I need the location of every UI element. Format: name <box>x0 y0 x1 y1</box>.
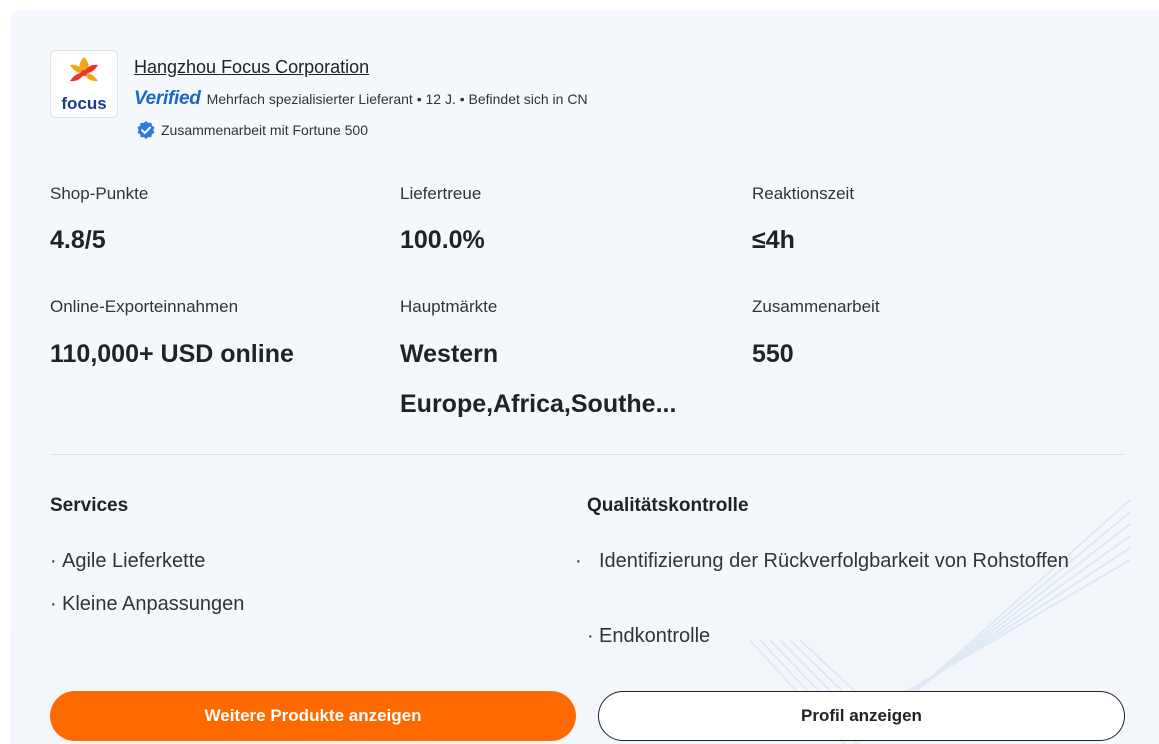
fortune-500-text: Zusammenarbeit mit Fortune 500 <box>161 122 368 138</box>
services-title: Services <box>50 495 129 516</box>
stat-value-export-revenue: 110,000+ USD online <box>50 340 294 368</box>
quality-item: · Endkontrolle <box>587 625 711 647</box>
services-item: · Agile Lieferkette <box>50 550 206 572</box>
supplier-meta-text: Mehrfach spezialisierter Lieferant • 12 … <box>206 91 588 107</box>
view-profile-button[interactable]: Profil anzeigen <box>598 691 1125 741</box>
stat-label-main-markets: Hauptmärkte <box>400 297 498 316</box>
stat-value-shop-score: 4.8/5 <box>50 226 106 254</box>
section-divider <box>50 454 1124 455</box>
stat-value-main-markets: Western Europe,Africa,Southe... <box>400 340 677 418</box>
focus-logo-icon: focus <box>61 57 107 113</box>
supplier-logo[interactable]: focus <box>50 50 118 118</box>
services-item: · Kleine Anpassungen <box>50 593 245 615</box>
stat-label-shop-score: Shop-Punkte <box>50 184 149 203</box>
supplier-meta: Verified Mehrfach spezialisierter Liefer… <box>134 88 588 110</box>
stat-label-delivery: Liefertreue <box>400 184 482 203</box>
stat-label-response: Reaktionszeit <box>752 184 855 203</box>
stat-value-delivery: 100.0% <box>400 226 485 254</box>
company-name-link[interactable]: Hangzhou Focus Corporation <box>134 57 369 78</box>
stat-label-export-revenue: Online-Exporteinnahmen <box>50 297 239 316</box>
verified-badge[interactable]: Verified <box>134 88 201 110</box>
stat-value-response: ≤4h <box>752 226 795 254</box>
fortune-500-row: Zusammenarbeit mit Fortune 500 <box>136 120 368 140</box>
verified-check-icon <box>137 121 155 139</box>
svg-text:focus: focus <box>61 94 106 113</box>
supplier-card: focus Hangzhou Focus Corporation Verifie… <box>10 10 1159 744</box>
more-products-button[interactable]: Weitere Produkte anzeigen <box>50 691 576 741</box>
quality-title: Qualitätskontrolle <box>587 495 749 516</box>
quality-item: · Identifizierung der Rückverfolgbarkeit … <box>575 550 1069 572</box>
stat-value-cooperation: 550 <box>752 340 794 368</box>
stat-label-cooperation: Zusammenarbeit <box>752 297 880 316</box>
